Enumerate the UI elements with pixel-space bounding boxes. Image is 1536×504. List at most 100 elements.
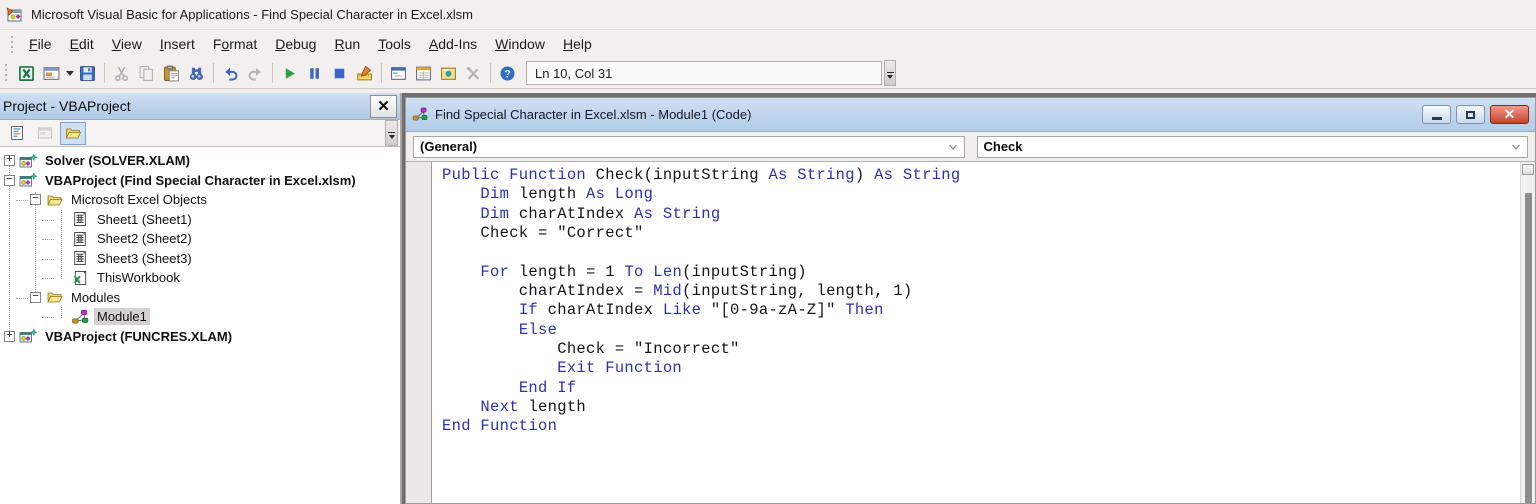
properties-window-button[interactable] [411, 61, 436, 85]
module-icon [412, 107, 428, 121]
toggle-folders-button[interactable] [60, 121, 86, 145]
toolbar-separator [104, 63, 105, 83]
project-icon [19, 328, 38, 344]
scrollbar-thumb[interactable] [1525, 193, 1532, 503]
code-line: Dim charAtIndex As String [480, 204, 721, 223]
find-icon [190, 67, 203, 80]
standard-toolbar: ? Ln 10, Col 31 [0, 58, 1536, 88]
toolbar-grip[interactable] [4, 62, 8, 84]
insert-userform-dropdown-button[interactable] [64, 61, 75, 85]
code-window: Find Special Character in Excel.xlsm - M… [405, 97, 1536, 504]
run-macro-icon [285, 67, 295, 79]
toolbox-button[interactable] [461, 61, 486, 85]
procedure-dropdown[interactable]: Check [976, 135, 1528, 158]
toolbar-overflow-button[interactable] [884, 60, 896, 86]
tree-item[interactable]: + Solver (SOLVER.XLAM) [0, 151, 400, 171]
break-button[interactable] [302, 61, 327, 85]
project-panel-close-button[interactable]: ✕ [370, 94, 397, 118]
project-explorer-panel: Project - VBAProject ✕ + Solver (SOLVER.X… [0, 93, 402, 504]
code-line: Public Function Check(inputString As Str… [442, 166, 961, 184]
toolbar-separator [490, 63, 491, 83]
tree-item[interactable]: Sheet1 (Sheet1) [0, 210, 400, 230]
menu-tools[interactable]: Tools [369, 33, 420, 55]
tree-item[interactable]: − VBAProject (Find Special Character in E… [0, 171, 400, 191]
run-macro-button[interactable] [277, 61, 302, 85]
copy-icon [139, 65, 153, 81]
paste-button[interactable] [159, 61, 184, 85]
folder-icon [45, 192, 64, 208]
copy-button[interactable] [134, 61, 159, 85]
project-panel-scroll-button[interactable] [385, 120, 398, 146]
tree-item[interactable]: + VBAProject (FUNCRES.XLAM) [0, 327, 400, 347]
tree-item[interactable]: ThisWorkbook [0, 268, 400, 288]
expand-icon[interactable]: + [4, 330, 15, 342]
menu-grip[interactable] [10, 34, 14, 54]
toggle-folders-icon [65, 128, 81, 139]
tree-item-label: Solver (SOLVER.XLAM) [45, 153, 190, 169]
title-bar: Microsoft Visual Basic for Applications … [0, 0, 1536, 30]
vertical-scrollbar[interactable] [1520, 162, 1535, 503]
object-dropdown[interactable]: (General) [413, 135, 965, 158]
vba-editor-window: Microsoft Visual Basic for Applications … [0, 0, 1536, 504]
tree-guide-stub [16, 297, 28, 299]
cut-icon [115, 66, 128, 81]
expand-icon[interactable]: + [4, 155, 15, 167]
find-button[interactable] [184, 61, 209, 85]
tree-item[interactable]: Sheet3 (Sheet3) [0, 249, 400, 269]
restore-button[interactable] [1456, 105, 1485, 124]
sheet-icon [71, 231, 90, 247]
cut-button[interactable] [109, 61, 134, 85]
split-handle[interactable] [1522, 164, 1534, 175]
design-mode-icon [357, 65, 372, 80]
tree-item[interactable]: − Modules [0, 288, 400, 308]
tree-item[interactable]: − Microsoft Excel Objects [0, 190, 400, 210]
menu-file[interactable]: File [20, 33, 61, 55]
view-code-button[interactable] [4, 122, 30, 145]
code-line: Dim length As Long [480, 185, 654, 204]
undo-button[interactable] [218, 61, 243, 85]
help-button[interactable]: ? [495, 61, 520, 85]
tree-item[interactable]: Sheet2 (Sheet2) [0, 229, 400, 249]
view-excel-button[interactable] [14, 61, 39, 85]
toolbar-separator [381, 63, 382, 83]
menu-format[interactable]: Format [204, 33, 266, 55]
code-line: Next length [480, 398, 587, 417]
project-explorer-button[interactable] [386, 61, 411, 85]
object-browser-icon [441, 67, 456, 80]
collapse-icon[interactable]: − [30, 194, 41, 206]
code-line: Check = "Incorrect" [442, 340, 740, 359]
redo-button[interactable] [243, 61, 268, 85]
project-panel-title: Project - VBAProject [3, 98, 131, 114]
save-button[interactable] [75, 61, 100, 85]
code-line: Exit Function [557, 359, 683, 378]
redo-icon [248, 67, 261, 81]
menu-addins[interactable]: Add-Ins [420, 33, 486, 55]
tree-guide-stub [42, 219, 54, 221]
menu-insert[interactable]: Insert [151, 33, 204, 55]
menu-window[interactable]: Window [486, 33, 554, 55]
view-code-icon [11, 126, 23, 140]
close-button[interactable]: ✕ [1490, 105, 1529, 124]
tree-item[interactable]: Module1 [0, 307, 400, 327]
view-object-button[interactable] [32, 122, 58, 145]
reset-button[interactable] [327, 61, 352, 85]
menu-view[interactable]: View [103, 33, 151, 55]
menu-run[interactable]: Run [325, 33, 369, 55]
close-icon: ✕ [377, 98, 390, 115]
svg-text:?: ? [504, 68, 510, 80]
menu-debug[interactable]: Debug [266, 33, 325, 55]
minimize-button[interactable] [1422, 105, 1451, 124]
tree-guide-stub [42, 278, 54, 279]
collapse-icon[interactable]: − [4, 174, 15, 186]
chevron-down-icon [1505, 141, 1527, 153]
menu-edit[interactable]: Edit [61, 33, 103, 55]
minimize-icon [1431, 116, 1442, 120]
break-icon [310, 67, 319, 79]
menu-help[interactable]: Help [554, 33, 601, 55]
object-browser-button[interactable] [436, 61, 461, 85]
code-editor[interactable]: Public Function Check(inputString As Str… [432, 162, 1520, 503]
collapse-icon[interactable]: − [30, 291, 41, 303]
design-mode-button[interactable] [352, 61, 377, 85]
insert-userform-button[interactable] [39, 61, 64, 85]
margin-indicator-bar[interactable] [406, 162, 432, 503]
